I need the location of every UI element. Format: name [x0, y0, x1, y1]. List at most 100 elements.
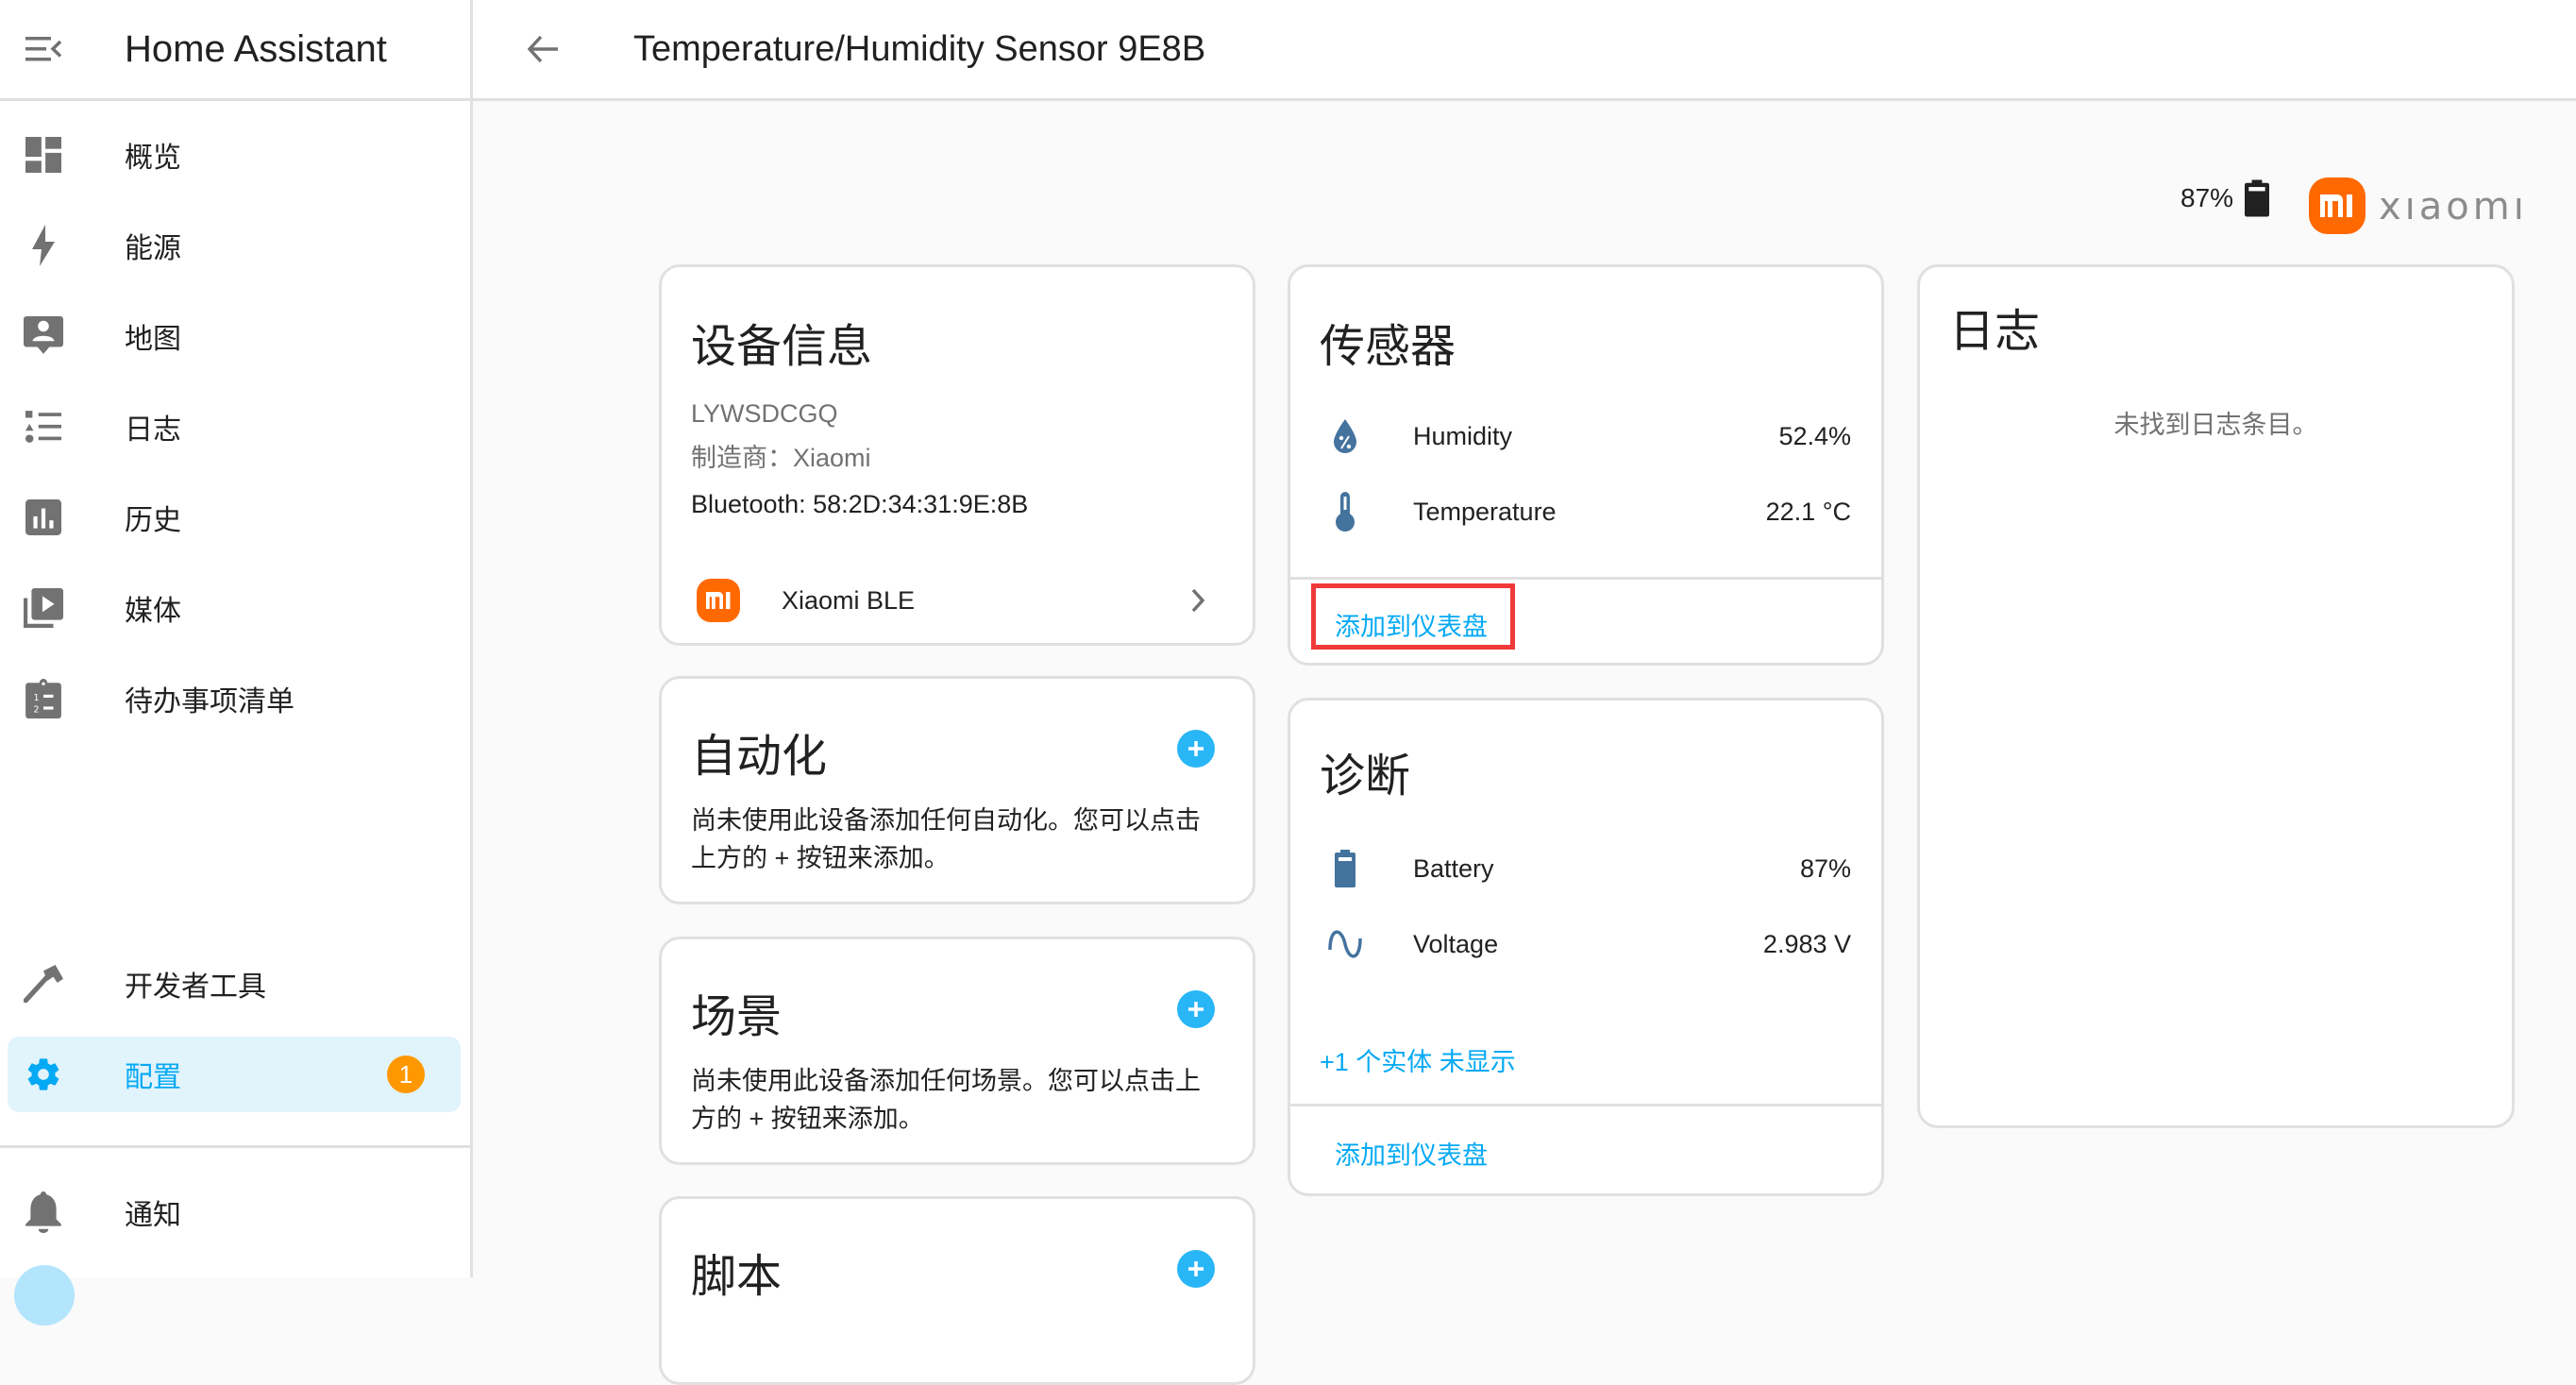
- scene-empty-text: 尚未使用此设备添加任何场景。您可以点击上 方的 + 按钮来添加。: [691, 1062, 1201, 1138]
- history-chart-icon: [25, 499, 61, 535]
- xiaomi-wordmark: xıaomı: [2379, 185, 2528, 228]
- battery-icon: [1335, 850, 1355, 887]
- automation-empty-text: 尚未使用此设备添加任何自动化。您可以点击 上方的 + 按钮来添加。: [691, 802, 1201, 877]
- sidebar-item-media[interactable]: 媒体: [8, 570, 461, 646]
- entity-value: 2.983 V: [1762, 929, 1851, 958]
- sidebar-item-label: 待办事项清单: [125, 686, 295, 718]
- add-scene-button[interactable]: [1177, 990, 1215, 1028]
- entity-row-temperature[interactable]: Temperature 22.1 °C: [1290, 479, 1881, 545]
- sidebar-item-overview[interactable]: 概览: [8, 117, 461, 193]
- device-model: LYWSDCGQ: [691, 399, 838, 428]
- entity-name: Temperature: [1413, 497, 1557, 526]
- add-automation-button[interactable]: [1177, 730, 1215, 768]
- chevron-right-icon: [1191, 588, 1205, 613]
- entity-value: 22.1 °C: [1765, 497, 1851, 526]
- sidebar-item-label: 概览: [125, 143, 181, 174]
- script-card: 脚本: [659, 1196, 1255, 1385]
- text-line: 方的 + 按钮来添加。: [691, 1105, 924, 1133]
- sidebar-item-label: 开发者工具: [125, 971, 266, 1003]
- sidebar-item-label: 日志: [125, 414, 181, 446]
- entity-row-battery[interactable]: Battery 87%: [1290, 836, 1881, 902]
- menu-collapse-button[interactable]: [6, 37, 81, 61]
- xiaomi-ble-logo: [697, 579, 740, 622]
- plus-icon: [1188, 741, 1204, 756]
- sidebar-item-energy[interactable]: 能源: [8, 208, 461, 283]
- svg-text:2: 2: [34, 705, 40, 716]
- dashboard-icon: [25, 137, 61, 173]
- card-title: 日志: [1949, 307, 2041, 357]
- sine-wave-icon: [1328, 930, 1362, 958]
- arrow-left-icon: [528, 35, 558, 63]
- xiaomi-logo: [2309, 177, 2366, 234]
- sidebar-item-label: 配置: [125, 1062, 181, 1093]
- card-title: 脚本: [691, 1252, 783, 1302]
- hammer-icon: [24, 965, 63, 1003]
- add-script-button[interactable]: [1177, 1250, 1215, 1288]
- svg-text:1: 1: [34, 693, 40, 703]
- logbook-card: 日志 未找到日志条目。: [1917, 264, 2515, 1128]
- automation-card: 自动化 尚未使用此设备添加任何自动化。您可以点击 上方的 + 按钮来添加。: [659, 676, 1255, 904]
- sidebar-item-history[interactable]: 历史: [8, 480, 461, 555]
- plus-icon: [1188, 1002, 1204, 1017]
- entity-value: 87%: [1799, 853, 1851, 883]
- menu-collapse-icon: [25, 37, 61, 61]
- page-title: Temperature/Humidity Sensor 9E8B: [633, 28, 1206, 69]
- sidebar-item-settings[interactable]: 配置 1: [8, 1037, 461, 1112]
- hidden-entities-link[interactable]: +1 个实体 未显示: [1320, 1041, 1516, 1078]
- device-manufacturer: 制造商：Xiaomi: [691, 444, 871, 472]
- entity-row-humidity[interactable]: Humidity 52.4%: [1290, 403, 1881, 469]
- card-divider: [1290, 1104, 1881, 1106]
- device-battery-status: 87%: [2180, 179, 2270, 217]
- sidebar-item-logbook[interactable]: 日志: [8, 389, 461, 464]
- media-play-icon: [24, 588, 63, 628]
- xiaomi-mi-icon: [2320, 194, 2352, 217]
- map-account-icon: [24, 316, 63, 354]
- gear-icon: [27, 1058, 59, 1090]
- bell-icon: [25, 1191, 61, 1233]
- add-to-dashboard-button[interactable]: 添加到仪表盘: [1335, 1135, 1488, 1172]
- entity-row-voltage[interactable]: Voltage 2.983 V: [1290, 911, 1881, 977]
- card-title: 场景: [691, 992, 783, 1042]
- notification-badge: 1: [387, 1056, 425, 1093]
- logbook-empty-text: 未找到日志条目。: [2113, 411, 2318, 439]
- sidebar-item-label: 能源: [125, 233, 181, 264]
- entity-name: Battery: [1413, 853, 1494, 883]
- text-line: 上方的 + 按钮来添加。: [691, 844, 950, 872]
- device-info-card: 设备信息 LYWSDCGQ 制造商：Xiaomi Bluetooth: 58:2…: [659, 264, 1255, 646]
- humidity-percent-icon: [1334, 419, 1356, 453]
- sidebar-item-label: 地图: [125, 324, 181, 355]
- sidebar-item-todo[interactable]: 1 2 待办事项清单: [8, 661, 461, 736]
- text-line: 尚未使用此设备添加任何自动化。您可以点击: [691, 806, 1201, 835]
- integration-name: Xiaomi BLE: [782, 585, 916, 615]
- card-title: 传感器: [1320, 322, 1456, 372]
- sidebar-divider: [0, 1145, 473, 1148]
- back-button[interactable]: [516, 23, 569, 76]
- highlight-box: [1311, 583, 1515, 650]
- scene-card: 场景 尚未使用此设备添加任何场景。您可以点击上 方的 + 按钮来添加。: [659, 937, 1255, 1165]
- sidebar-item-developer-tools[interactable]: 开发者工具: [8, 946, 461, 1022]
- sidebar-item-label: 媒体: [125, 596, 181, 627]
- entity-name: Humidity: [1413, 421, 1513, 450]
- app-title: Home Assistant: [125, 27, 387, 70]
- sidebar: Home Assistant 概览 能源 地图 日志 历史 媒体 1 2 待办事项…: [0, 0, 473, 1326]
- sidebar-header: Home Assistant: [0, 0, 470, 101]
- card-title: 诊断: [1320, 752, 1411, 802]
- plus-icon: [1188, 1261, 1204, 1276]
- lightning-icon: [32, 225, 55, 266]
- diagnostics-card: 诊断 Battery 87% Voltage 2.983 V +1 个实体 未显…: [1288, 698, 1884, 1196]
- user-avatar[interactable]: [14, 1265, 75, 1326]
- text-line: 尚未使用此设备添加任何场景。您可以点击上: [691, 1067, 1201, 1095]
- sidebar-item-map[interactable]: 地图: [8, 298, 461, 374]
- logbook-icon: [25, 411, 61, 443]
- sidebar-item-label: 历史: [125, 505, 181, 536]
- thermometer-icon: [1336, 492, 1355, 532]
- entity-value: 52.4%: [1778, 421, 1851, 450]
- top-bar: Temperature/Humidity Sensor 9E8B: [473, 0, 2576, 101]
- entity-name: Voltage: [1413, 929, 1499, 958]
- sidebar-item-notifications[interactable]: 通知: [8, 1174, 461, 1250]
- xiaomi-mi-icon: [705, 592, 730, 609]
- device-connection: Bluetooth: 58:2D:34:31:9E:8B: [691, 490, 1029, 518]
- battery-icon: [2245, 179, 2270, 217]
- integration-link[interactable]: Xiaomi BLE: [662, 567, 1253, 633]
- card-divider: [1290, 577, 1881, 580]
